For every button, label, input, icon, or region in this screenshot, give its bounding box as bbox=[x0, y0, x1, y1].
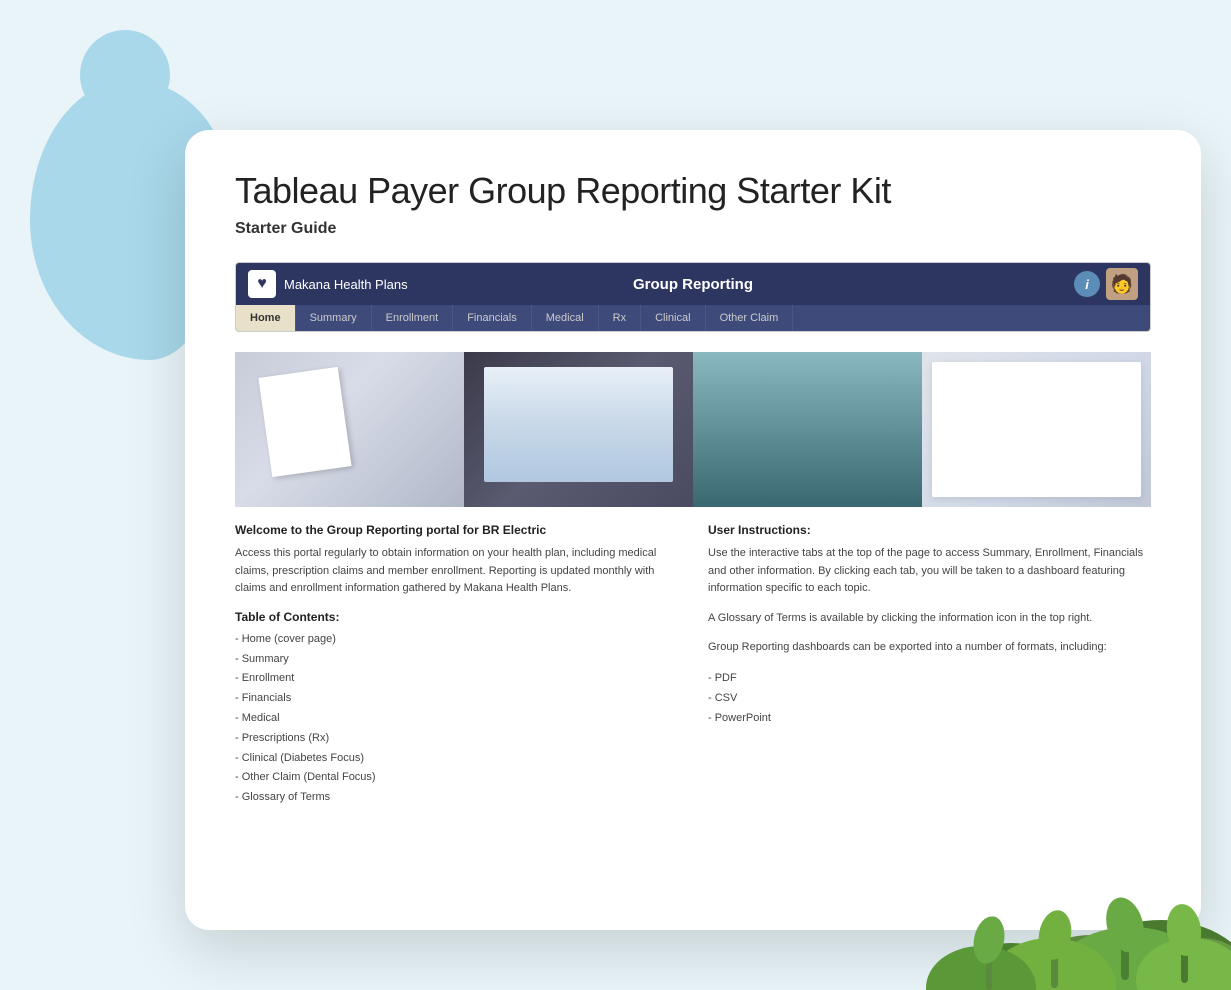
papers-image bbox=[235, 352, 464, 507]
instructions-body-2: A Glossary of Terms is available by clic… bbox=[708, 610, 1151, 628]
nav-tab-home[interactable]: Home bbox=[236, 305, 296, 331]
toc-item-8: - Other Claim (Dental Focus) bbox=[235, 768, 678, 788]
export-formats: - PDF - CSV - PowerPoint bbox=[708, 669, 1151, 728]
toc-item-6: - Prescriptions (Rx) bbox=[235, 729, 678, 749]
format-ppt: - PowerPoint bbox=[708, 709, 1151, 729]
instructions-body-1: Use the interactive tabs at the top of t… bbox=[708, 545, 1151, 598]
header-icons: i 🧑 bbox=[1074, 268, 1138, 300]
toc-item-7: - Clinical (Diabetes Focus) bbox=[235, 749, 678, 769]
doctor-image bbox=[693, 352, 922, 507]
content-area: Welcome to the Group Reporting portal fo… bbox=[235, 523, 1151, 808]
left-content: Welcome to the Group Reporting portal fo… bbox=[235, 523, 678, 808]
nav-tab-clinical[interactable]: Clinical bbox=[641, 305, 705, 331]
instructions-body-3: Group Reporting dashboards can be export… bbox=[708, 639, 1151, 657]
info-icon[interactable]: i bbox=[1074, 271, 1100, 297]
user-avatar[interactable]: 🧑 bbox=[1106, 268, 1138, 300]
nav-tab-medical[interactable]: Medical bbox=[532, 305, 599, 331]
company-logo: ♥ bbox=[248, 270, 276, 298]
welcome-heading: Welcome to the Group Reporting portal fo… bbox=[235, 523, 678, 537]
screen-image bbox=[922, 352, 1151, 507]
format-csv: - CSV bbox=[708, 689, 1151, 709]
image-strip bbox=[235, 352, 1151, 507]
page-subtitle: Starter Guide bbox=[235, 220, 1151, 238]
tableau-nav-bar: Home Summary Enrollment Financials Medic… bbox=[236, 305, 1150, 331]
tableau-interface-mockup: ♥ Makana Health Plans Group Reporting i … bbox=[235, 262, 1151, 332]
format-pdf: - PDF bbox=[708, 669, 1151, 689]
nav-tab-other-claim[interactable]: Other Claim bbox=[706, 305, 794, 331]
toc-heading: Table of Contents: bbox=[235, 610, 678, 624]
toc-list: - Home (cover page) - Summary - Enrollme… bbox=[235, 630, 678, 808]
toc-item-5: - Medical bbox=[235, 709, 678, 729]
toc-item-1: - Home (cover page) bbox=[235, 630, 678, 650]
page-title: Tableau Payer Group Reporting Starter Ki… bbox=[235, 170, 1151, 212]
company-name: Makana Health Plans bbox=[284, 277, 408, 292]
nav-tab-financials[interactable]: Financials bbox=[453, 305, 532, 331]
toc-item-3: - Enrollment bbox=[235, 669, 678, 689]
tableau-header: ♥ Makana Health Plans Group Reporting i … bbox=[236, 263, 1150, 305]
portal-title: Group Reporting bbox=[633, 276, 753, 293]
instructions-heading: User Instructions: bbox=[708, 523, 1151, 537]
computer-image bbox=[464, 352, 693, 507]
toc-item-2: - Summary bbox=[235, 650, 678, 670]
nav-tab-enrollment[interactable]: Enrollment bbox=[372, 305, 454, 331]
nav-tab-summary[interactable]: Summary bbox=[296, 305, 372, 331]
toc-item-4: - Financials bbox=[235, 689, 678, 709]
toc-item-9: - Glossary of Terms bbox=[235, 788, 678, 808]
grass-decoration bbox=[811, 810, 1231, 990]
right-content: User Instructions: Use the interactive t… bbox=[708, 523, 1151, 808]
nav-tab-rx[interactable]: Rx bbox=[599, 305, 641, 331]
welcome-body: Access this portal regularly to obtain i… bbox=[235, 545, 678, 598]
heart-icon: ♥ bbox=[257, 275, 267, 293]
